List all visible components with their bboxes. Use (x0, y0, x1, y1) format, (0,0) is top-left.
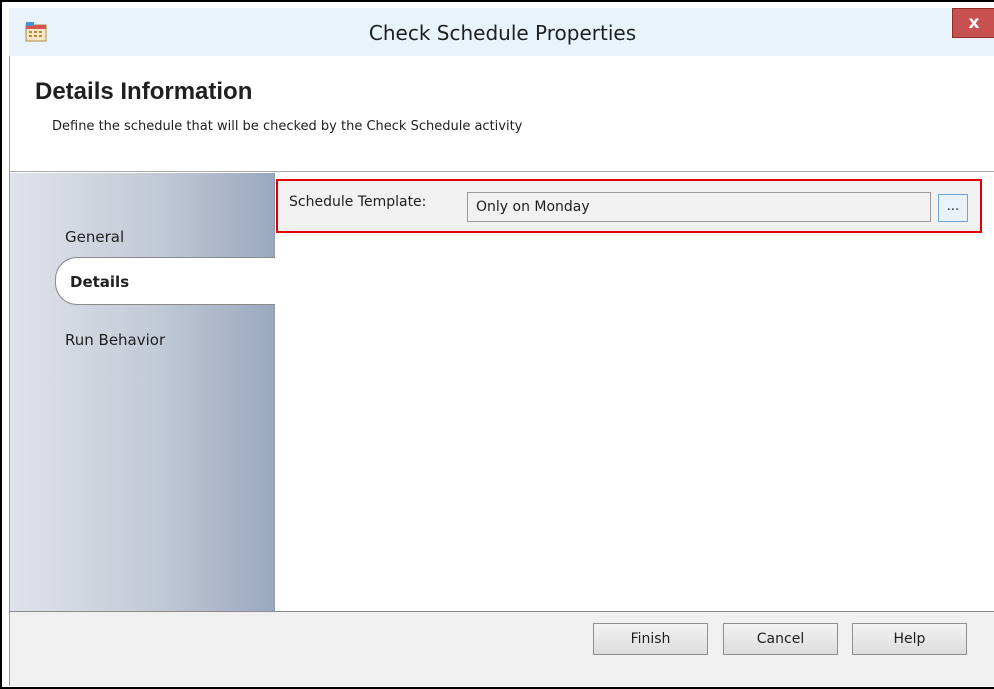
browse-button[interactable]: ... (938, 194, 968, 222)
dialog-window: Check Schedule Properties x Details Info… (0, 0, 994, 689)
help-button[interactable]: Help (852, 623, 967, 655)
button-bar: Finish Cancel Help (10, 611, 994, 686)
page-subtitle: Define the schedule that will be checked… (52, 119, 523, 134)
page-title: Details Information (35, 78, 253, 105)
schedule-template-label: Schedule Template: (289, 194, 427, 210)
dialog-content: Details Information Define the schedule … (9, 56, 994, 686)
cancel-button[interactable]: Cancel (723, 623, 838, 655)
sidebar-nav: General Details Run Behavior (10, 173, 275, 611)
schedule-template-field[interactable] (467, 192, 931, 222)
finish-button[interactable]: Finish (593, 623, 708, 655)
schedule-template-row: Schedule Template: ... (276, 179, 982, 233)
close-button[interactable]: x (952, 8, 994, 38)
window-title: Check Schedule Properties (368, 21, 637, 45)
page-header: Details Information Define the schedule … (10, 56, 994, 172)
sidebar-item-run-behavior[interactable]: Run Behavior (10, 316, 275, 364)
details-panel: Schedule Template: ... (276, 173, 994, 611)
sidebar-item-details[interactable]: Details (55, 257, 275, 305)
title-bar: Check Schedule Properties x (9, 8, 994, 56)
sidebar-item-general[interactable]: General (10, 213, 275, 261)
